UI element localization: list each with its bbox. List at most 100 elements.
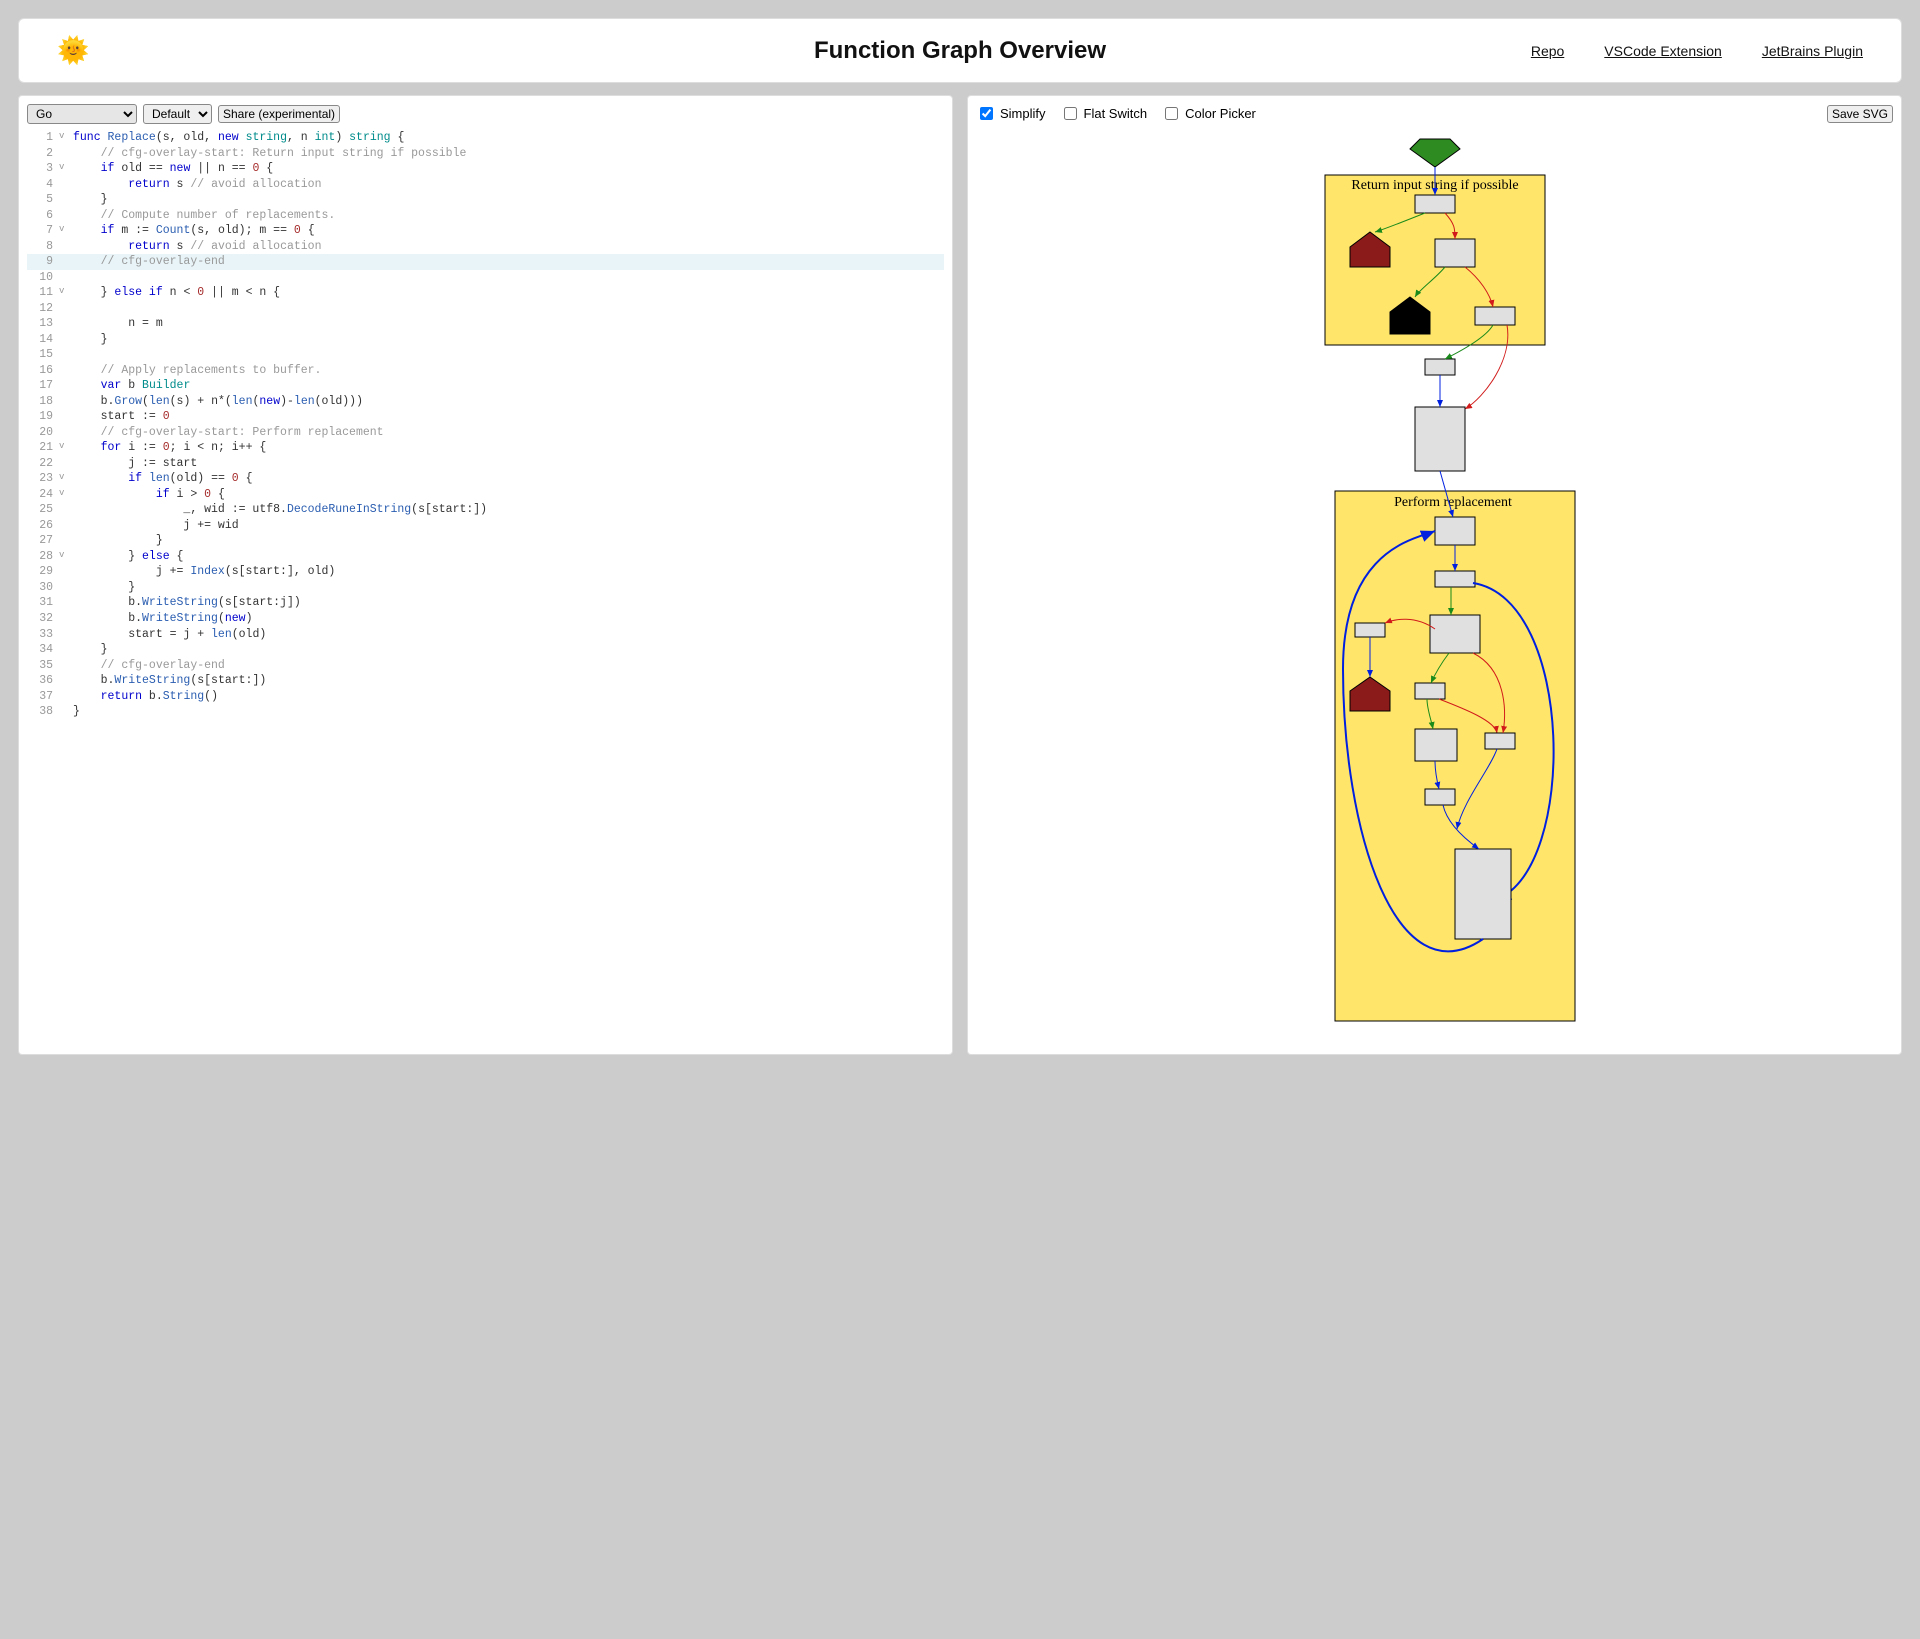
fold-icon [59,611,69,627]
code-line[interactable]: 10 [27,270,944,286]
line-number: 29 [27,564,59,580]
cfg-node [1415,729,1457,761]
code-content: j += Index(s[start:], old) [69,564,944,580]
line-number: 31 [27,595,59,611]
code-line[interactable]: 12 [27,301,944,317]
line-number: 21 [27,440,59,456]
code-line[interactable]: 22 j := start [27,456,944,472]
logo-icon: 🌞 [57,35,89,66]
cfg-node [1475,307,1515,325]
code-line[interactable]: 2 // cfg-overlay-start: Return input str… [27,146,944,162]
repo-link[interactable]: Repo [1531,43,1564,59]
fold-icon [59,627,69,643]
fold-icon [59,146,69,162]
code-line[interactable]: 20 // cfg-overlay-start: Perform replace… [27,425,944,441]
line-number: 35 [27,658,59,674]
line-number: 19 [27,409,59,425]
line-number: 6 [27,208,59,224]
code-content: b.Grow(len(s) + n*(len(new)-len(old))) [69,394,944,410]
code-content: var b Builder [69,378,944,394]
code-line[interactable]: 7v if m := Count(s, old); m == 0 { [27,223,944,239]
code-line[interactable]: 28v } else { [27,549,944,565]
code-content: b.WriteString(new) [69,611,944,627]
fold-icon[interactable]: v [59,161,69,177]
code-line[interactable]: 25 _, wid := utf8.DecodeRuneInString(s[s… [27,502,944,518]
code-line[interactable]: 32 b.WriteString(new) [27,611,944,627]
fold-icon [59,580,69,596]
share-button[interactable]: Share (experimental) [218,105,340,123]
line-number: 22 [27,456,59,472]
fold-icon[interactable]: v [59,471,69,487]
fold-icon [59,502,69,518]
code-line[interactable]: 1vfunc Replace(s, old, new string, n int… [27,130,944,146]
code-line[interactable]: 11v } else if n < 0 || m < n { [27,285,944,301]
code-panel: Go Default Share (experimental) 1vfunc R… [18,95,953,1055]
color-picker-checkbox[interactable] [1165,107,1178,120]
fold-icon [59,239,69,255]
code-line[interactable]: 24v if i > 0 { [27,487,944,503]
code-content: } [69,704,944,720]
line-number: 34 [27,642,59,658]
code-line[interactable]: 29 j += Index(s[start:], old) [27,564,944,580]
fold-icon[interactable]: v [59,223,69,239]
save-svg-button[interactable]: Save SVG [1827,105,1893,123]
line-number: 28 [27,549,59,565]
code-line[interactable]: 36 b.WriteString(s[start:]) [27,673,944,689]
code-line[interactable]: 26 j += wid [27,518,944,534]
code-line[interactable]: 3v if old == new || n == 0 { [27,161,944,177]
code-line[interactable]: 19 start := 0 [27,409,944,425]
code-line[interactable]: 13 n = m [27,316,944,332]
code-line[interactable]: 31 b.WriteString(s[start:j]) [27,595,944,611]
code-line[interactable]: 38} [27,704,944,720]
line-number: 24 [27,487,59,503]
code-line[interactable]: 27 } [27,533,944,549]
code-line[interactable]: 4 return s // avoid allocation [27,177,944,193]
fold-icon[interactable]: v [59,130,69,146]
fold-icon [59,595,69,611]
code-line[interactable]: 18 b.Grow(len(s) + n*(len(new)-len(old))… [27,394,944,410]
code-line[interactable]: 5 } [27,192,944,208]
code-line[interactable]: 9 // cfg-overlay-end [27,254,944,270]
simplify-label: Simplify [1000,106,1046,121]
line-number: 27 [27,533,59,549]
language-select[interactable]: Go [27,104,137,124]
code-line[interactable]: 33 start = j + len(old) [27,627,944,643]
header-bar: 🌞 Function Graph Overview Repo VSCode Ex… [18,18,1902,83]
code-content: return b.String() [69,689,944,705]
code-line[interactable]: 16 // Apply replacements to buffer. [27,363,944,379]
code-editor[interactable]: 1vfunc Replace(s, old, new string, n int… [27,130,944,720]
cfg-node [1435,571,1475,587]
code-content: n = m [69,316,944,332]
code-line[interactable]: 14 } [27,332,944,348]
code-content: // Apply replacements to buffer. [69,363,944,379]
code-content: j := start [69,456,944,472]
fold-icon[interactable]: v [59,285,69,301]
line-number: 8 [27,239,59,255]
code-line[interactable]: 6 // Compute number of replacements. [27,208,944,224]
jetbrains-plugin-link[interactable]: JetBrains Plugin [1762,43,1863,59]
vscode-extension-link[interactable]: VSCode Extension [1604,43,1722,59]
fold-icon [59,564,69,580]
code-line[interactable]: 23v if len(old) == 0 { [27,471,944,487]
code-line[interactable]: 30 } [27,580,944,596]
code-line[interactable]: 17 var b Builder [27,378,944,394]
fold-icon[interactable]: v [59,440,69,456]
simplify-checkbox[interactable] [980,107,993,120]
theme-select[interactable]: Default [143,104,212,124]
code-line[interactable]: 37 return b.String() [27,689,944,705]
flat-switch-checkbox[interactable] [1064,107,1077,120]
code-line[interactable]: 21v for i := 0; i < n; i++ { [27,440,944,456]
code-line[interactable]: 34 } [27,642,944,658]
fold-icon [59,394,69,410]
fold-icon[interactable]: v [59,549,69,565]
code-line[interactable]: 35 // cfg-overlay-end [27,658,944,674]
line-number: 7 [27,223,59,239]
code-content: if i > 0 { [69,487,944,503]
code-content: // cfg-overlay-end [69,254,944,270]
fold-icon[interactable]: v [59,487,69,503]
code-line[interactable]: 15 [27,347,944,363]
code-content: if len(old) == 0 { [69,471,944,487]
code-line[interactable]: 8 return s // avoid allocation [27,239,944,255]
graph-panel: Simplify Flat Switch Color Picker Save S… [967,95,1902,1055]
line-number: 12 [27,301,59,317]
